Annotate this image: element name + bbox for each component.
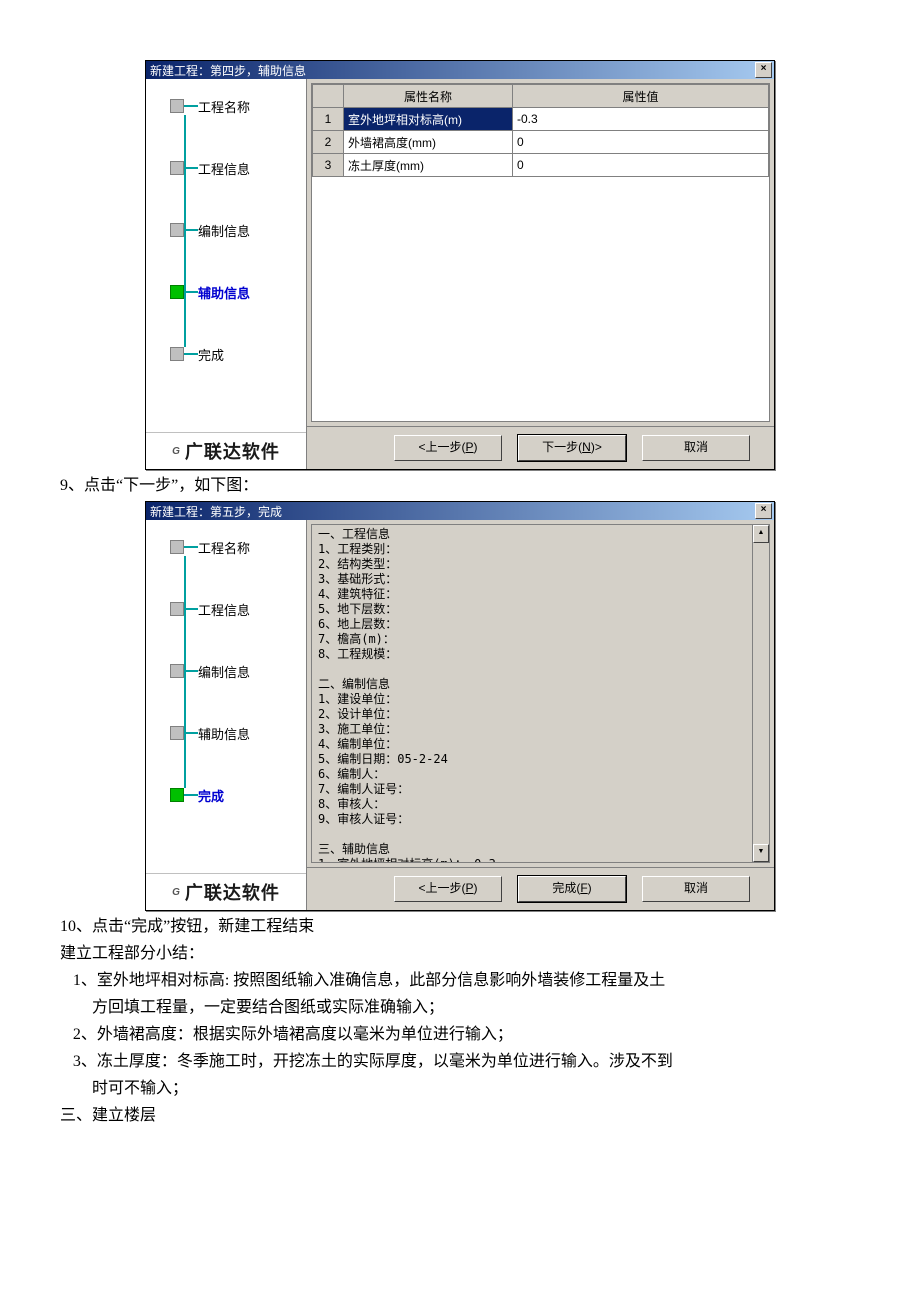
step-label: 编制信息 (198, 221, 250, 240)
logo-icon: G (172, 446, 181, 457)
logo-text: 广联达软件 (185, 438, 280, 464)
brand-logo: G 广联达软件 (146, 432, 306, 469)
summary-item-1a: 1、室外地坪相对标高: 按照图纸输入准确信息，此部分信息影响外墙装修工程量及土 (60, 969, 860, 993)
step-label: 辅助信息 (198, 724, 250, 743)
prop-name-cell[interactable]: 外墙裙高度(mm) (344, 131, 513, 154)
summary-item-2: 2、外墙裙高度：根据实际外墙裙高度以毫米为单位进行输入； (60, 1023, 860, 1047)
prop-value-cell[interactable]: -0.3 (513, 108, 769, 131)
step-project-info[interactable]: 工程信息 (170, 159, 306, 221)
dialog-title: 新建工程：第四步，辅助信息 (150, 62, 755, 79)
step-compile-info[interactable]: 编制信息 (170, 221, 306, 283)
prev-button[interactable]: <上一步(P) (394, 876, 502, 902)
prop-name-cell[interactable]: 冻土厚度(mm) (344, 154, 513, 177)
col-header-name: 属性名称 (344, 85, 513, 108)
step-label: 工程名称 (198, 538, 250, 557)
wizard-button-row: <上一步(P) 下一步(N)> 取消 (307, 426, 774, 469)
wizard-steps-sidebar: 工程名称 工程信息 编制信息 辅助信息 (146, 79, 307, 469)
close-icon[interactable]: × (755, 62, 772, 78)
step-finish[interactable]: 完成 (170, 345, 306, 365)
row-number: 2 (313, 131, 344, 154)
cancel-button[interactable]: 取消 (642, 876, 750, 902)
step-project-name[interactable]: 工程名称 (170, 538, 306, 600)
logo-text: 广联达软件 (185, 879, 280, 905)
step-label: 编制信息 (198, 662, 250, 681)
cancel-button[interactable]: 取消 (642, 435, 750, 461)
main-pane: 属性名称 属性值 1 室外地坪相对标高(m) -0.3 2 外墙裙高度(mm) … (307, 79, 774, 469)
scroll-down-icon[interactable]: ▼ (753, 844, 769, 862)
brand-logo: G 广联达软件 (146, 873, 306, 910)
prop-value-cell[interactable]: 0 (513, 131, 769, 154)
caption-step10: 10、点击“完成”按钮，新建工程结束 (60, 915, 860, 939)
step-project-info[interactable]: 工程信息 (170, 600, 306, 662)
summary-text: 一、工程信息 1、工程类别： 2、结构类型： 3、基础形式： 4、建筑特征： 5… (312, 525, 769, 863)
summary-item-1b: 方回填工程量，一定要结合图纸或实际准确输入； (60, 996, 860, 1020)
section-3-heading: 三、建立楼层 (60, 1104, 860, 1128)
table-row[interactable]: 2 外墙裙高度(mm) 0 (313, 131, 769, 154)
wizard-button-row: <上一步(P) 完成(F) 取消 (307, 867, 774, 910)
finish-button[interactable]: 完成(F) (518, 876, 626, 902)
step-label: 完成 (198, 345, 224, 364)
next-button[interactable]: 下一步(N)> (518, 435, 626, 461)
scroll-up-icon[interactable]: ▲ (753, 525, 769, 543)
property-grid: 属性名称 属性值 1 室外地坪相对标高(m) -0.3 2 外墙裙高度(mm) … (311, 83, 770, 422)
summary-item-3a: 3、冻土厚度：冬季施工时，开挖冻土的实际厚度，以毫米为单位进行输入。涉及不到 (60, 1050, 860, 1074)
prev-button[interactable]: <上一步(P) (394, 435, 502, 461)
step-aux-info[interactable]: 辅助信息 (170, 283, 306, 345)
dialog-title: 新建工程：第五步，完成 (150, 503, 755, 520)
rownum-header (313, 85, 344, 108)
step-finish[interactable]: 完成 (170, 786, 306, 806)
summary-pane: 一、工程信息 1、工程类别： 2、结构类型： 3、基础形式： 4、建筑特征： 5… (311, 524, 770, 863)
summary-heading: 建立工程部分小结： (60, 942, 860, 966)
logo-icon: G (172, 887, 181, 898)
wizard-dialog-step4: 新建工程：第四步，辅助信息 × 工程名称 工程信息 编 (145, 60, 775, 470)
main-pane: 一、工程信息 1、工程类别： 2、结构类型： 3、基础形式： 4、建筑特征： 5… (307, 520, 774, 910)
col-header-value: 属性值 (513, 85, 769, 108)
caption-step9: 9、点击“下一步”，如下图： (60, 474, 860, 498)
step-compile-info[interactable]: 编制信息 (170, 662, 306, 724)
step-project-name[interactable]: 工程名称 (170, 97, 306, 159)
step-aux-info[interactable]: 辅助信息 (170, 724, 306, 786)
wizard-steps-sidebar: 工程名称 工程信息 编制信息 辅助信息 (146, 520, 307, 910)
titlebar: 新建工程：第四步，辅助信息 × (146, 61, 774, 79)
summary-item-3b: 时可不输入； (60, 1077, 860, 1101)
vertical-scrollbar[interactable]: ▲ ▼ (752, 525, 769, 862)
step-label: 工程名称 (198, 97, 250, 116)
close-icon[interactable]: × (755, 503, 772, 519)
step-label: 工程信息 (198, 600, 250, 619)
prop-value-cell[interactable]: 0 (513, 154, 769, 177)
wizard-dialog-step5: 新建工程：第五步，完成 × 工程名称 工程信息 编制信 (145, 501, 775, 911)
row-number: 1 (313, 108, 344, 131)
step-label: 完成 (198, 786, 224, 805)
prop-name-cell[interactable]: 室外地坪相对标高(m) (344, 108, 513, 131)
step-label: 工程信息 (198, 159, 250, 178)
table-row[interactable]: 1 室外地坪相对标高(m) -0.3 (313, 108, 769, 131)
row-number: 3 (313, 154, 344, 177)
step-label: 辅助信息 (198, 283, 250, 302)
table-row[interactable]: 3 冻土厚度(mm) 0 (313, 154, 769, 177)
titlebar: 新建工程：第五步，完成 × (146, 502, 774, 520)
